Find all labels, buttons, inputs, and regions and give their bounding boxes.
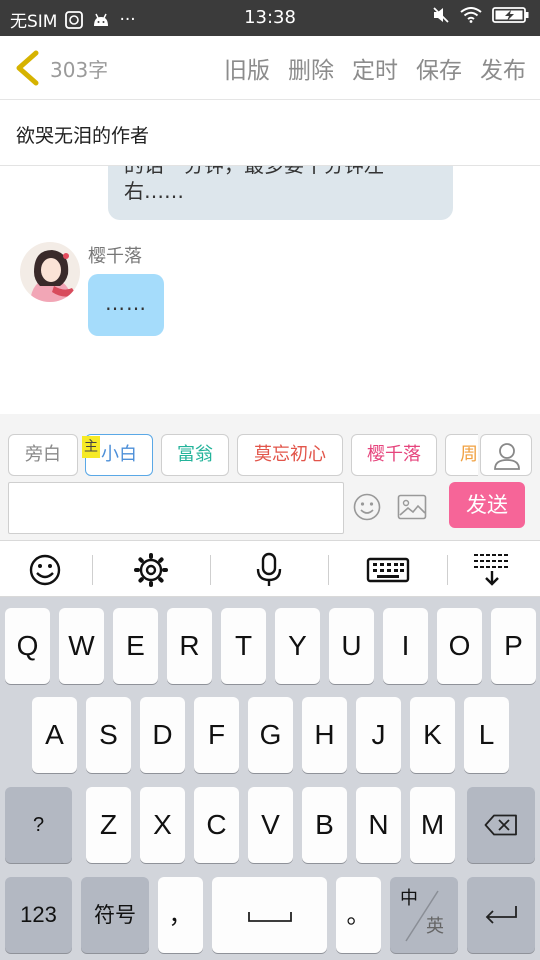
character-chip-narrator[interactable]: 旁白 — [8, 434, 78, 476]
key-q[interactable]: Q — [5, 608, 50, 684]
key-t[interactable]: T — [221, 608, 266, 684]
chip-label: 富翁 — [177, 444, 213, 465]
key-j[interactable]: J — [356, 697, 401, 773]
chat-area[interactable]: 的话一分钟，最多要十分钟左右…… 樱千落 …… — [0, 166, 540, 414]
key-i[interactable]: I — [383, 608, 428, 684]
chip-label: 莫忘初心 — [254, 444, 326, 465]
key-g[interactable]: G — [248, 697, 293, 773]
send-button[interactable]: 发送 — [449, 482, 525, 528]
manage-characters-button[interactable] — [480, 434, 532, 476]
emoji-keyboard-icon[interactable] — [25, 551, 65, 589]
key-e[interactable]: E — [113, 608, 158, 684]
toolbar-divider — [210, 555, 211, 585]
character-chip-mowangchuxin[interactable]: 莫忘初心 — [237, 434, 343, 476]
schedule-button[interactable]: 定时 — [352, 51, 398, 85]
character-chip-zhou[interactable]: 周 — [445, 434, 478, 476]
story-title: 欲哭无泪的作者 — [16, 125, 150, 147]
character-chip-fuweng[interactable]: 富翁 — [161, 434, 229, 476]
composer: 旁白 小白 富翁 莫忘初心 樱千落 周 主 发送 — [0, 414, 540, 540]
key-o[interactable]: O — [437, 608, 482, 684]
battery-charging-icon — [492, 7, 529, 23]
settings-gear-icon[interactable] — [131, 551, 171, 589]
key-y[interactable]: Y — [275, 608, 320, 684]
back-chevron-icon[interactable] — [12, 50, 42, 86]
key-m[interactable]: M — [410, 787, 455, 863]
keyboard-toolbar — [0, 540, 540, 597]
soft-keyboard: Q W E R T Y U I O P A S D F G H J K L ? … — [0, 597, 540, 960]
main-character-badge: 主 — [82, 436, 100, 458]
key-b[interactable]: B — [302, 787, 347, 863]
space-bar-icon — [247, 912, 292, 922]
key-v[interactable]: V — [248, 787, 293, 863]
period-key[interactable]: 。 — [336, 877, 381, 953]
comma-key[interactable]: ， — [158, 877, 203, 953]
toolbar-divider — [447, 555, 448, 585]
shift-key[interactable]: ? — [5, 787, 72, 863]
key-h[interactable]: H — [302, 697, 347, 773]
mute-icon — [433, 7, 449, 23]
message-bubble[interactable]: …… — [88, 274, 164, 336]
status-bar: 无SIM ··· 13:38 — [0, 0, 540, 36]
key-u[interactable]: U — [329, 608, 374, 684]
sender-name: 樱千落 — [88, 246, 142, 267]
previous-message-bubble[interactable]: 的话一分钟，最多要十分钟左右…… — [108, 166, 453, 220]
chip-label: 小白 — [101, 444, 137, 465]
story-title-row[interactable]: 欲哭无泪的作者 — [0, 100, 540, 166]
key-d[interactable]: D — [140, 697, 185, 773]
old-version-button[interactable]: 旧版 — [224, 51, 270, 85]
microphone-icon[interactable] — [249, 551, 289, 589]
backspace-key[interactable] — [467, 787, 535, 863]
save-button[interactable]: 保存 — [416, 51, 462, 85]
key-z[interactable]: Z — [86, 787, 131, 863]
enter-key[interactable] — [467, 877, 535, 953]
key-s[interactable]: S — [86, 697, 131, 773]
key-a[interactable]: A — [32, 697, 77, 773]
language-switch-key[interactable]: 中 英 — [390, 877, 458, 953]
backspace-icon — [484, 814, 517, 836]
avatar[interactable] — [20, 242, 80, 302]
editor-toolbar: 303字 旧版 删除 定时 保存 发布 — [0, 36, 540, 100]
wifi-icon — [460, 7, 482, 23]
message-text: …… — [105, 291, 147, 315]
key-k[interactable]: K — [410, 697, 455, 773]
hide-keyboard-icon[interactable] — [472, 551, 512, 589]
chip-label: 旁白 — [25, 444, 61, 465]
word-count: 303字 — [50, 58, 109, 82]
key-f[interactable]: F — [194, 697, 239, 773]
key-r[interactable]: R — [167, 608, 212, 684]
delete-button[interactable]: 删除 — [288, 51, 334, 85]
key-x[interactable]: X — [140, 787, 185, 863]
character-chip-list[interactable]: 旁白 小白 富翁 莫忘初心 樱千落 周 — [8, 434, 478, 478]
character-chip-yingqianluo[interactable]: 樱千落 — [351, 434, 437, 476]
person-icon — [494, 443, 520, 470]
image-icon[interactable] — [397, 494, 427, 520]
chip-label: 周 — [460, 444, 478, 465]
emoji-icon[interactable] — [352, 492, 382, 522]
key-p[interactable]: P — [491, 608, 536, 684]
toolbar-divider — [328, 555, 329, 585]
language-divider-icon — [405, 890, 439, 942]
toolbar-divider — [92, 555, 93, 585]
key-n[interactable]: N — [356, 787, 401, 863]
previous-message-text: 的话一分钟，最多要十分钟左右…… — [124, 166, 384, 203]
symbol-mode-key[interactable]: 符号 — [81, 877, 149, 953]
enter-icon — [485, 906, 517, 924]
keyboard-switch-icon[interactable] — [366, 551, 410, 589]
publish-button[interactable]: 发布 — [480, 51, 526, 85]
avatar-portrait-icon — [20, 242, 80, 302]
number-mode-key[interactable]: 123 — [5, 877, 72, 953]
lang-english-label: 英 — [426, 916, 444, 937]
space-key[interactable] — [212, 877, 327, 953]
message-input[interactable] — [8, 482, 344, 534]
key-l[interactable]: L — [464, 697, 509, 773]
key-w[interactable]: W — [59, 608, 104, 684]
key-c[interactable]: C — [194, 787, 239, 863]
chip-label: 樱千落 — [367, 444, 421, 465]
